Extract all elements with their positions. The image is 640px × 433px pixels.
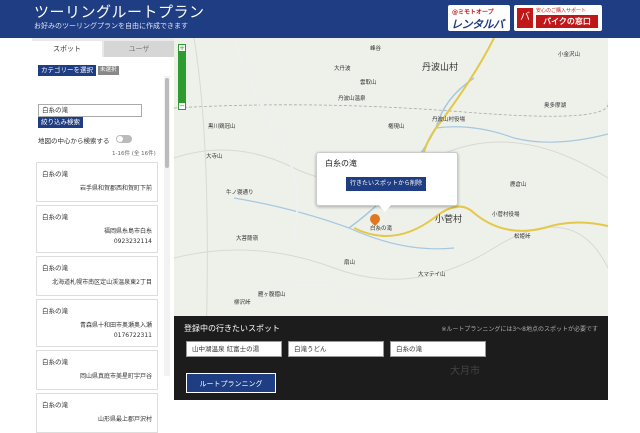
list-item[interactable]: 白糸の滝 岩手県和賀郡西和賀町下前 xyxy=(36,162,158,202)
remove-spot-button[interactable]: 行きたいスポットから削除 xyxy=(346,177,426,191)
list-item[interactable]: 白糸の滝 岡山県真庭市美星町宇戸谷 xyxy=(36,350,158,390)
map-label: 小菅村 xyxy=(435,215,463,225)
sidebar: スポット ユーザ カテゴリーを選択 未選択 白糸の滝 絞り込み検索 地図の中心か… xyxy=(32,38,174,433)
rental-bike-logo[interactable]: @ミモトオープ レンタルバイク xyxy=(448,5,510,47)
map-label: 鹿倉山 xyxy=(510,182,527,188)
search-input[interactable]: 白糸の滝 xyxy=(38,104,142,117)
spot-phone: 0176722311 xyxy=(113,332,152,339)
list-item[interactable]: 白糸の滝 福岡県糸島市白糸 0923232114 xyxy=(36,205,158,253)
map-label: 奥多摩湖 xyxy=(544,103,567,109)
spot-slot-2[interactable]: 白滝うどん xyxy=(288,341,384,357)
map-label: 権現山 xyxy=(388,124,405,130)
app-title: ツーリングルートプラン xyxy=(34,3,205,21)
map-label: 黒川鶏冠山 xyxy=(208,124,236,130)
spot-name: 白糸の滝 xyxy=(42,170,68,178)
map-label: 峰谷 xyxy=(370,46,382,52)
shop-logo-icon: バ xyxy=(517,8,533,28)
spot-popup: 白糸の滝 行きたいスポットから削除 xyxy=(316,152,458,212)
spot-slot-3[interactable]: 白糸の滝 xyxy=(390,341,486,357)
route-planning-button[interactable]: ルートプランニング xyxy=(186,373,276,393)
spot-panel: カテゴリーを選択 未選択 白糸の滝 絞り込み検索 地図の中心から検索する 1-1… xyxy=(32,57,174,433)
category-status-badge: 未選択 xyxy=(98,66,119,75)
spot-address: 北海道札幌市南区定山渓温泉東2丁目 xyxy=(52,279,152,286)
map-label: 小菅村役場 xyxy=(492,212,520,218)
map-label: 大マテイ山 xyxy=(418,272,446,278)
category-select-button[interactable]: カテゴリーを選択 xyxy=(38,65,96,76)
spot-slot-1[interactable]: 山中湖温泉 紅富士の湯 xyxy=(186,341,282,357)
map-label: 扇山 xyxy=(344,260,356,266)
map-label: 丹波山温泉 xyxy=(338,96,366,102)
zoom-control[interactable]: + − xyxy=(178,44,186,110)
map-label: 雲取山 xyxy=(360,80,377,86)
spot-name: 白糸の滝 xyxy=(42,264,68,272)
route-note: ※ルートプランニングには3〜8地点のスポットが必要です xyxy=(441,326,598,333)
list-item[interactable]: 白糸の滝 山形県最上郡戸沢村 xyxy=(36,393,158,433)
tab-spot[interactable]: スポット xyxy=(32,41,102,57)
spot-address: 岩手県和賀郡西和賀町下前 xyxy=(79,185,152,192)
spot-phone: 0923232114 xyxy=(113,238,152,245)
map-city-label: 大月市 xyxy=(450,366,480,377)
map-label: 丹波山村役場 xyxy=(432,117,466,123)
pin-label: 白糸の滝 xyxy=(370,226,393,232)
map-label: 松姫峠 xyxy=(514,234,531,240)
rental-logo-top: @ミモトオープ xyxy=(452,9,494,16)
spot-address: 青森県十和田市奥瀬奥入瀬 xyxy=(79,322,152,329)
app-subtitle: お好みのツーリングプランを自由に作成できます xyxy=(34,22,188,30)
bike-shop-logo[interactable]: バ 安心のご購入サポート バイクの窓口 xyxy=(514,5,602,31)
spot-name: 白糸の滝 xyxy=(42,358,68,366)
app-header: ツーリングルートプラン お好みのツーリングプランを自由に作成できます @ミモトオ… xyxy=(0,0,640,47)
scrollbar-thumb[interactable] xyxy=(165,78,169,168)
map-label: 小金沢山 xyxy=(558,52,581,58)
sidebar-scrollbar[interactable] xyxy=(164,76,170,376)
zoom-out-icon[interactable]: − xyxy=(178,102,186,110)
shop-logo-main: バイクの窓口 xyxy=(536,15,598,28)
list-item[interactable]: 白糸の滝 青森県十和田市奥瀬奥入瀬 0176722311 xyxy=(36,299,158,347)
filter-search-button[interactable]: 絞り込み検索 xyxy=(38,117,83,128)
tab-user[interactable]: ユーザ xyxy=(104,41,174,57)
map-label: 大丹波 xyxy=(334,66,351,72)
spot-name: 白糸の滝 xyxy=(42,307,68,315)
spot-address: 福岡県糸島市白糸 xyxy=(103,228,152,235)
list-item[interactable]: 白糸の滝 北海道札幌市南区定山渓温泉東2丁目 xyxy=(36,256,158,296)
map-label: 柳沢峠 xyxy=(234,300,251,306)
map-label: 牛ノ寝通り xyxy=(226,190,254,196)
registered-spots-title: 登録中の行きたいスポット xyxy=(184,324,280,333)
result-count: 1-16件 (全 16件) xyxy=(112,151,156,157)
map-label: 雁ヶ腹摺山 xyxy=(258,292,286,298)
map-center-toggle[interactable] xyxy=(116,135,132,143)
map-label: 大菩薩嶺 xyxy=(236,236,259,242)
map-label: 丹波山村 xyxy=(422,63,459,73)
map-center-search-label: 地図の中心から検索する xyxy=(38,137,110,145)
spot-name: 白糸の滝 xyxy=(42,213,68,221)
spot-address: 岡山県真庭市美星町宇戸谷 xyxy=(79,373,152,380)
registered-spots-panel: 登録中の行きたいスポット ※ルートプランニングには3〜8地点のスポットが必要です… xyxy=(174,316,608,400)
shop-logo-top: 安心のご購入サポート xyxy=(536,8,587,14)
zoom-in-icon[interactable]: + xyxy=(178,44,186,52)
popup-title: 白糸の滝 xyxy=(325,159,357,168)
spot-name: 白糸の滝 xyxy=(42,401,68,409)
spot-address: 山形県最上郡戸沢村 xyxy=(97,416,152,423)
map-label: 大寺山 xyxy=(206,154,223,160)
